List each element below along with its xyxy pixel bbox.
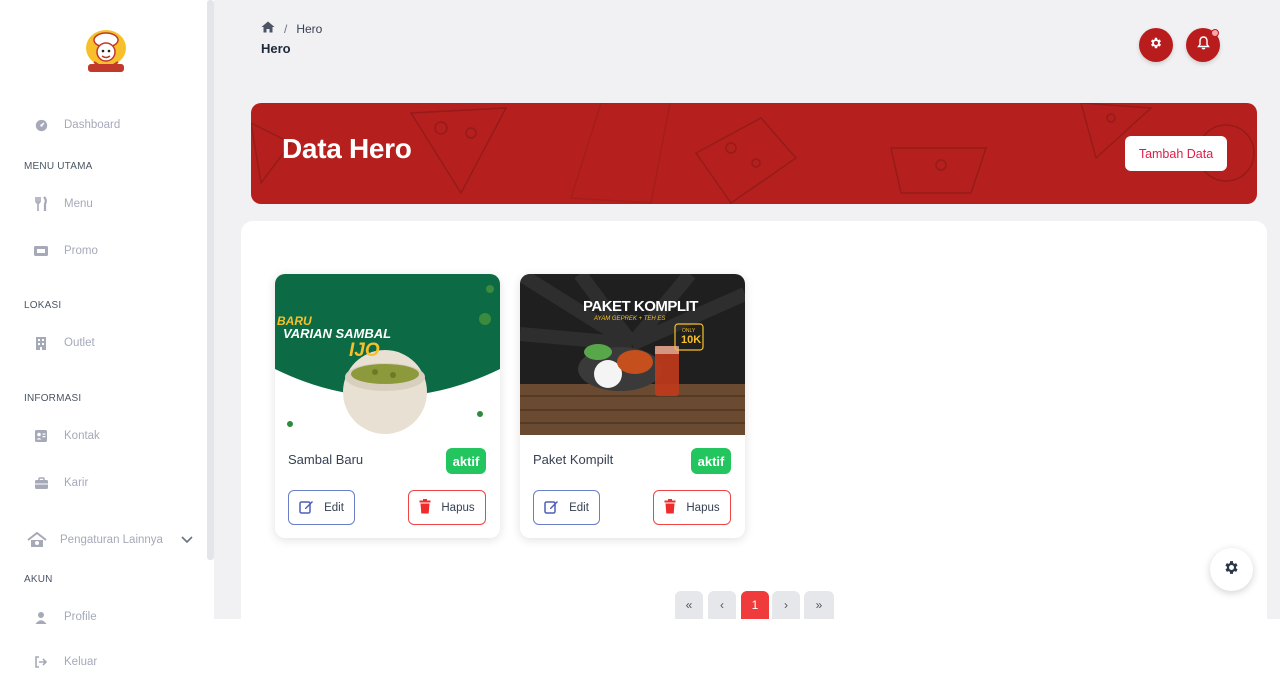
- brand-logo[interactable]: [80, 26, 132, 78]
- contact-card-icon: [24, 429, 58, 443]
- gear-icon: [1149, 36, 1163, 55]
- sidebar-item-keluar[interactable]: Keluar: [24, 651, 97, 673]
- breadcrumb-separator: /: [284, 21, 288, 36]
- trash-icon: [419, 498, 431, 517]
- pagination-first[interactable]: «: [675, 591, 703, 619]
- hero-card: BARU VARIAN SAMBAL IJO Sambal Baru aktif…: [275, 274, 500, 538]
- briefcase-icon: [24, 476, 58, 490]
- bell-icon: [1196, 35, 1210, 55]
- sidebar-item-pengaturan-lainnya[interactable]: Pengaturan Lainnya: [20, 529, 163, 551]
- page-title: Hero: [261, 41, 291, 56]
- delete-button[interactable]: Hapus: [408, 490, 486, 525]
- home-icon[interactable]: [261, 21, 275, 36]
- card-title: Sambal Baru: [288, 452, 364, 467]
- delete-button-label: Hapus: [686, 501, 720, 514]
- dashboard-icon: [24, 119, 58, 132]
- section-label-menu-utama: MENU UTAMA: [24, 161, 93, 172]
- image-caption-line2: VARIAN SAMBAL: [283, 326, 392, 341]
- pagination-current-page[interactable]: 1: [741, 591, 769, 619]
- sidebar-item-promo[interactable]: Promo: [24, 240, 98, 262]
- pagination-prev[interactable]: ‹: [708, 591, 736, 619]
- fork-knife-icon: [24, 196, 58, 212]
- pagination-next[interactable]: ›: [772, 591, 800, 619]
- building-icon: [24, 336, 58, 351]
- ticket-icon: [24, 245, 58, 257]
- sidebar-item-kontak[interactable]: Kontak: [24, 425, 100, 447]
- sidebar-item-label: Menu: [64, 198, 93, 210]
- status-badge: aktif: [691, 448, 731, 474]
- user-icon: [24, 611, 58, 624]
- sidebar-item-label: Kontak: [64, 430, 100, 442]
- settings-button[interactable]: [1139, 28, 1173, 62]
- chevron-down-icon[interactable]: [180, 533, 194, 547]
- edit-icon: [299, 499, 314, 517]
- settings-house-icon: [20, 532, 54, 548]
- floating-settings-button[interactable]: [1210, 548, 1253, 591]
- sidebar-item-label: Karir: [64, 477, 89, 489]
- sidebar-item-profile[interactable]: Profile: [24, 606, 97, 628]
- hero-title: Data Hero: [282, 133, 412, 164]
- sidebar-item-label: Promo: [64, 245, 98, 257]
- status-badge: aktif: [446, 448, 486, 474]
- sidebar-item-label: Dashboard: [64, 119, 121, 131]
- image-caption-line2: AYAM GEPREK + TEH ES: [594, 316, 666, 322]
- sidebar-item-label: Keluar: [64, 656, 98, 668]
- notification-button[interactable]: [1186, 28, 1220, 62]
- section-label-akun: AKUN: [24, 574, 53, 585]
- sidebar-item-outlet[interactable]: Outlet: [24, 332, 95, 354]
- sidebar-scrollbar[interactable]: [207, 0, 214, 560]
- hero-card: PAKET KOMPLIT AYAM GEPREK + TEH ES ONLY …: [520, 274, 745, 538]
- sidebar-item-label: Profile: [64, 611, 97, 623]
- edit-button[interactable]: Edit: [288, 490, 355, 525]
- image-caption-line3: IJO: [349, 340, 380, 361]
- section-label-lokasi: LOKASI: [24, 300, 62, 311]
- sidebar-item-menu[interactable]: Menu: [24, 193, 93, 215]
- delete-button[interactable]: Hapus: [653, 490, 731, 525]
- hero-card-image[interactable]: PAKET KOMPLIT AYAM GEPREK + TEH ES ONLY …: [520, 274, 745, 435]
- section-label-informasi: INFORMASI: [24, 393, 82, 404]
- breadcrumb-current: Hero: [296, 21, 323, 36]
- hero-banner: Data Hero Tambah Data: [251, 103, 1257, 204]
- sidebar-item-label: Pengaturan Lainnya: [60, 534, 163, 546]
- gear-icon: [1223, 559, 1240, 581]
- card-title: Paket Kompilt: [533, 452, 614, 467]
- trash-icon: [664, 498, 676, 517]
- app-root: Dashboard MENU UTAMA Menu Promo LOKASI O…: [0, 0, 1280, 684]
- logout-icon: [24, 656, 58, 668]
- edit-icon: [544, 499, 559, 517]
- add-data-button[interactable]: Tambah Data: [1125, 136, 1227, 171]
- image-caption-line1: PAKET KOMPLIT: [583, 298, 698, 315]
- breadcrumb: / Hero: [261, 21, 322, 36]
- pagination-last[interactable]: »: [804, 591, 834, 619]
- delete-button-label: Hapus: [441, 501, 475, 514]
- edit-button[interactable]: Edit: [533, 490, 600, 525]
- sidebar-item-dashboard[interactable]: Dashboard: [24, 114, 120, 136]
- notification-dot: [1211, 29, 1219, 37]
- sidebar-item-label: Outlet: [64, 337, 95, 349]
- hero-card-image[interactable]: BARU VARIAN SAMBAL IJO: [275, 274, 500, 435]
- price-label: 10K: [681, 334, 702, 346]
- sidebar-item-karir[interactable]: Karir: [24, 472, 88, 494]
- edit-button-label: Edit: [569, 501, 589, 514]
- sidebar: Dashboard MENU UTAMA Menu Promo LOKASI O…: [0, 0, 207, 684]
- edit-button-label: Edit: [324, 501, 344, 514]
